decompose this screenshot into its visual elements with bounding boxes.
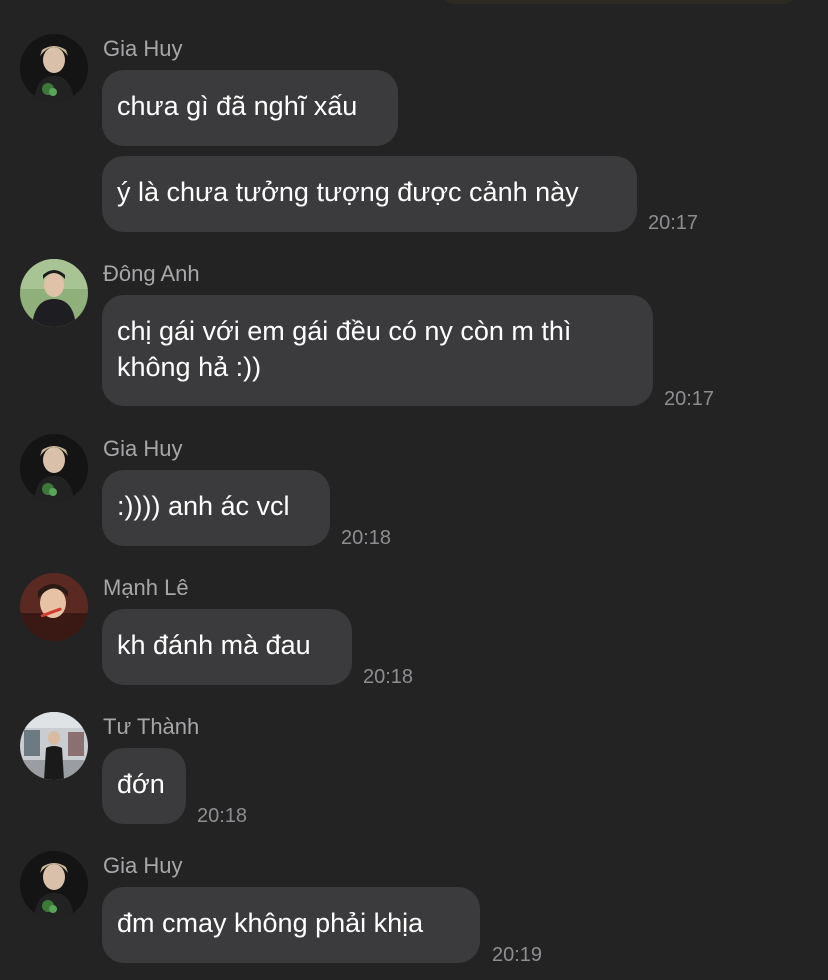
avatar-gia-huy[interactable] bbox=[20, 34, 88, 102]
message-bubble[interactable]: chị gái với em gái đều có ny còn m thì k… bbox=[102, 295, 653, 406]
message-text-line: chị gái với em gái đều có ny còn m thì bbox=[117, 316, 572, 346]
sender-name: Tư Thành bbox=[103, 714, 200, 739]
sender-name: Gia Huy bbox=[103, 853, 183, 878]
message-bubble[interactable]: chưa gì đã nghĩ xấu bbox=[102, 70, 398, 146]
avatar-gia-huy[interactable] bbox=[20, 851, 88, 919]
avatar-dong-anh[interactable] bbox=[20, 259, 88, 327]
message-text-line: không hả :)) bbox=[117, 352, 262, 382]
message-text: ý là chưa tưởng tượng được cảnh này bbox=[117, 177, 579, 207]
message-text: :)))) anh ác vcl bbox=[117, 491, 290, 521]
message-text: kh đánh mà đau bbox=[117, 630, 311, 660]
message-timestamp: 20:17 bbox=[648, 212, 699, 234]
sender-name: Mạnh Lê bbox=[103, 575, 189, 600]
message-bubble[interactable]: đớn bbox=[102, 748, 186, 824]
avatar-tu-thanh[interactable] bbox=[20, 712, 88, 780]
outgoing-message-bubble[interactable] bbox=[438, 0, 800, 4]
message-text: đớn bbox=[117, 769, 165, 799]
message-timestamp: 20:18 bbox=[341, 527, 392, 549]
message-timestamp: 20:19 bbox=[492, 944, 543, 966]
message-bubble[interactable]: kh đánh mà đau bbox=[102, 609, 352, 685]
message-bubble[interactable]: :)))) anh ác vcl bbox=[102, 470, 330, 546]
sender-name: Đông Anh bbox=[103, 261, 200, 286]
sender-name: Gia Huy bbox=[103, 436, 183, 461]
avatar-gia-huy[interactable] bbox=[20, 434, 88, 502]
message-bubble[interactable]: ý là chưa tưởng tượng được cảnh này bbox=[102, 156, 637, 232]
message-timestamp: 20:17 bbox=[664, 388, 715, 410]
message-timestamp: 20:18 bbox=[197, 805, 248, 827]
message-text: đm cmay không phải khịa bbox=[117, 908, 424, 938]
message-bubble[interactable]: đm cmay không phải khịa bbox=[102, 887, 480, 963]
message-text: chưa gì đã nghĩ xấu bbox=[117, 91, 358, 121]
sender-name: Gia Huy bbox=[103, 36, 183, 61]
message-timestamp: 20:18 bbox=[363, 666, 414, 688]
avatar-manh-le[interactable] bbox=[20, 573, 88, 641]
